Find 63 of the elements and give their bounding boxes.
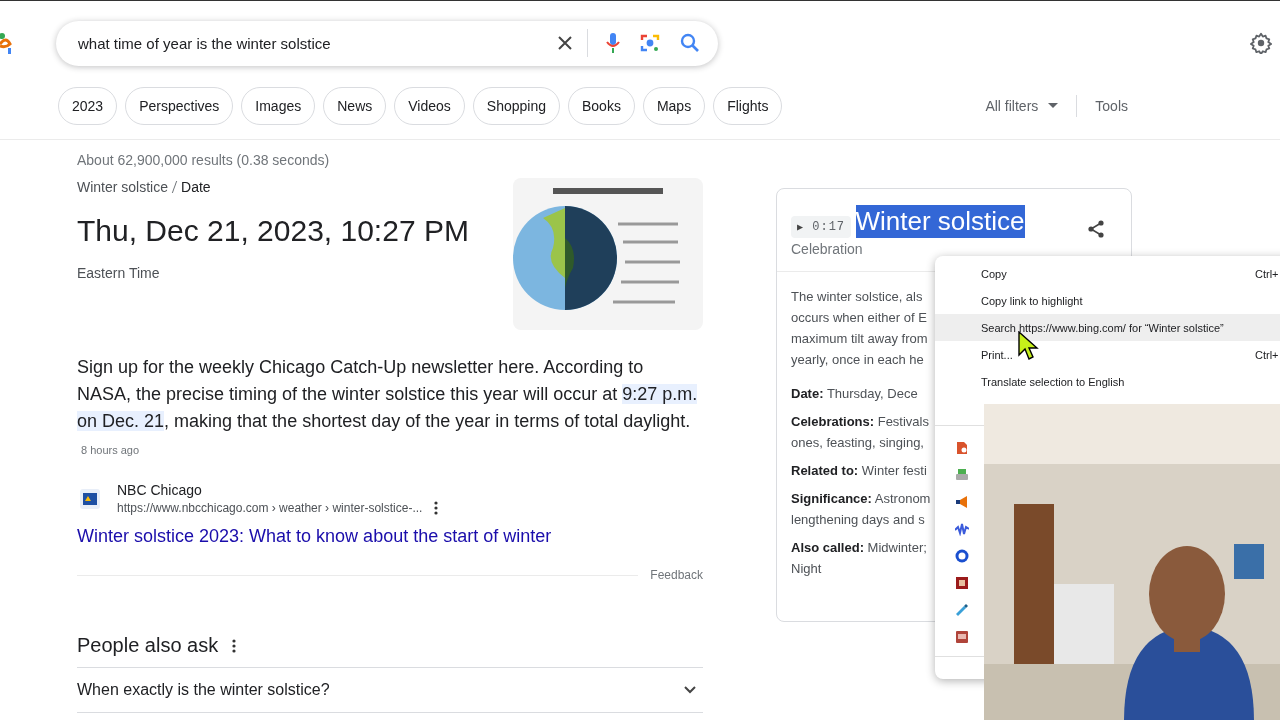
printer-icon — [955, 467, 969, 482]
logo-icon[interactable] — [0, 30, 14, 56]
more-icon[interactable] — [232, 638, 237, 653]
fact-text: Night — [791, 560, 822, 578]
menu-item[interactable]: Copy link to highlight — [935, 287, 1280, 314]
megaphone-icon — [955, 494, 969, 509]
fact-text: ones, feasting, singing, — [791, 434, 924, 452]
timezone: Eastern Time — [77, 265, 161, 281]
section-heading: People also ask — [77, 634, 219, 657]
menu-item[interactable]: Search https://www.bing.com/ for “Winter solstice” — [935, 314, 1280, 341]
clear-icon[interactable] — [557, 35, 573, 51]
filter-chip[interactable]: Maps — [642, 87, 706, 125]
more-icon[interactable] — [434, 501, 439, 515]
result-link[interactable]: Winter solstice 2023: What to know about the start of winter — [77, 526, 552, 547]
filter-chip[interactable]: Images — [241, 87, 316, 125]
site-favicon-icon — [80, 488, 100, 509]
circle-icon — [955, 548, 969, 563]
description-text: The winter solstice, als — [791, 288, 923, 306]
fact-text: Significance: Astronom — [791, 490, 931, 508]
filter-chip[interactable]: Videos — [394, 87, 465, 125]
breadcrumb-item: Date — [181, 179, 211, 195]
fact-text: Celebrations: Festivals — [791, 413, 929, 431]
filter-chip[interactable]: Books — [568, 87, 635, 125]
description-text: maximum tilt away from — [791, 330, 928, 348]
dictionary-icon — [955, 629, 969, 644]
settings-icon[interactable] — [1250, 32, 1272, 54]
panel-title: Winter solstice — [855, 205, 1025, 238]
search-input[interactable]: what time of year is the winter solstice — [76, 33, 537, 53]
tools-button[interactable]: Tools — [1091, 94, 1132, 118]
filter-chip[interactable]: News — [323, 87, 387, 125]
all-filters-button[interactable]: All filters — [981, 94, 1063, 118]
fact-text: Date: Thursday, Dece — [791, 385, 918, 403]
question-row[interactable]: When exactly is the winter solstice? — [77, 667, 703, 713]
breadcrumb-link[interactable]: Winter solstice — [77, 179, 169, 195]
filter-chip[interactable]: Shopping — [472, 87, 560, 125]
result-stats: About 62,900,000 results (0.38 seconds) — [77, 152, 331, 168]
site-url: https://www.nbcchicago.com › weather › winter-solstice-... — [117, 501, 423, 515]
site-name: NBC Chicago — [117, 482, 203, 498]
fact-text: lengthening days and s — [791, 511, 925, 529]
panel-subtitle: Celebration — [791, 241, 864, 257]
search-icon[interactable] — [680, 33, 700, 53]
share-icon[interactable] — [1087, 220, 1105, 238]
camera-icon[interactable] — [640, 33, 660, 53]
document-icon — [955, 440, 969, 455]
marker-icon — [955, 602, 969, 617]
description-text: occurs when either of E — [791, 309, 927, 327]
microphone-icon[interactable] — [606, 32, 620, 54]
filter-chip[interactable]: Perspectives — [125, 87, 234, 125]
snippet-text: Sign up for the weekly Chicago Catch-Up newsletter here. According to NASA, the precise timing of the winter solstice this year will occur at 9:27 p.m. on Dec. 21, making that the shortest day of the year in terms of total daylight. 8 hours ago — [77, 356, 699, 458]
menu-item[interactable]: Copy Ctrl+ — [935, 260, 1280, 287]
menu-item[interactable]: Print... Ctrl+ — [935, 341, 1280, 368]
book-icon — [955, 575, 969, 590]
description-text: yearly, once in each he — [791, 351, 924, 369]
answer-date: Thu, Dec 21, 2023, 10:27 PM — [77, 214, 469, 248]
caret-icon — [1048, 103, 1059, 109]
fact-text: Related to: Winter festi — [791, 462, 927, 480]
fact-text: Also called: Midwinter; — [791, 539, 927, 557]
video-chip[interactable]: ▶ 0:17 — [791, 216, 852, 238]
filter-chip[interactable]: 2023 — [58, 87, 118, 125]
wave-icon — [955, 521, 969, 536]
menu-item[interactable]: Translate selection to English — [935, 368, 1280, 395]
filter-chip[interactable]: Flights — [713, 87, 783, 125]
feedback-link[interactable]: Feedback — [650, 568, 703, 582]
